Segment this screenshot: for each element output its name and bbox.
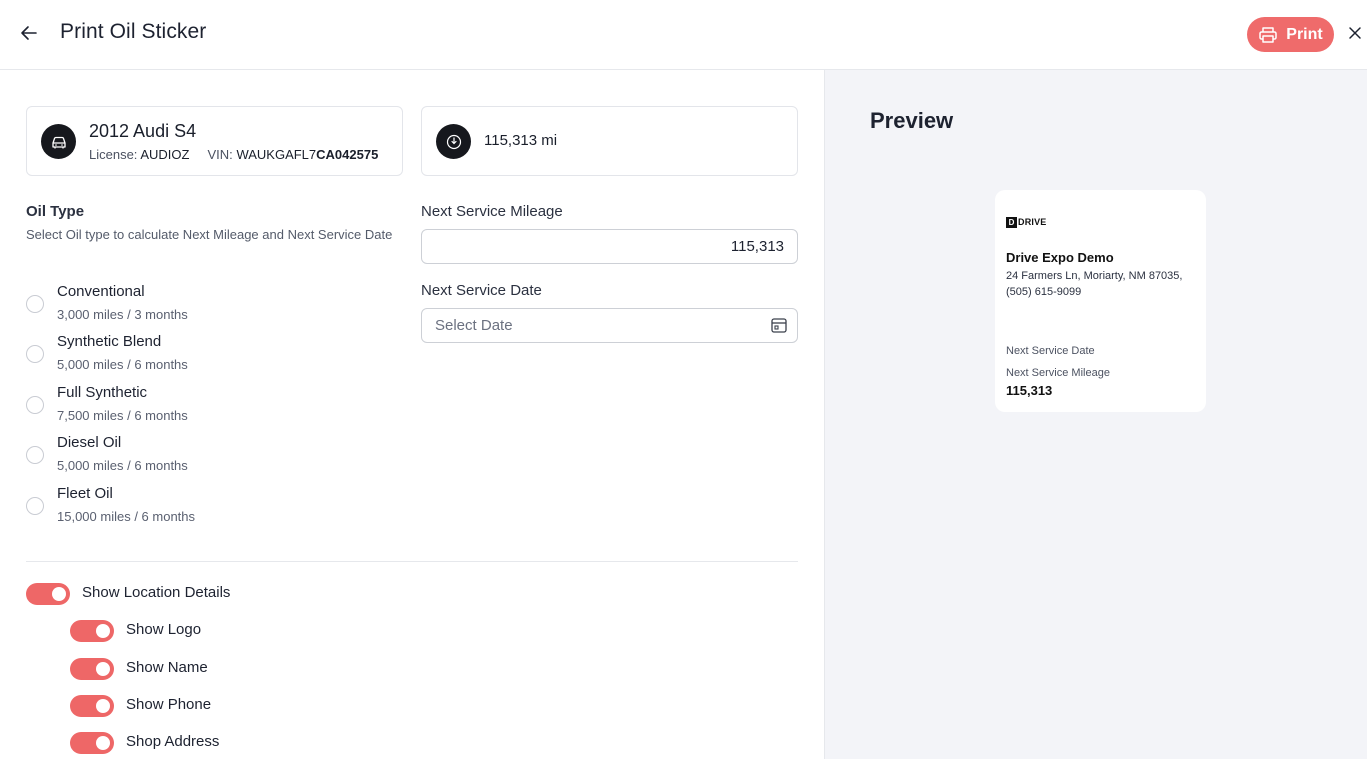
toggle-switch[interactable] bbox=[70, 658, 114, 680]
logo-text: DRIVE bbox=[1018, 217, 1047, 227]
radio-button[interactable] bbox=[26, 497, 44, 515]
sticker-next-date-label: Next Service Date bbox=[1006, 345, 1095, 357]
close-icon[interactable] bbox=[1346, 24, 1364, 42]
toggle-switch[interactable] bbox=[70, 620, 114, 642]
oil-option-label: Full Synthetic bbox=[57, 384, 148, 401]
oil-option-synthetic-blend[interactable]: Synthetic Blend 5,000 miles / 6 months bbox=[26, 333, 396, 379]
vehicle-card: 2012 Audi S4 License: AUDIOZ VIN: WAUKGA… bbox=[26, 106, 403, 176]
next-service-mileage-input[interactable] bbox=[421, 229, 798, 264]
preview-title: Preview bbox=[870, 108, 954, 133]
toggle-label: Show Phone bbox=[126, 696, 212, 713]
next-service-mileage-label: Next Service Mileage bbox=[421, 203, 563, 220]
preview-panel: Preview D DRIVE Drive Expo Demo 24 Farme… bbox=[824, 70, 1367, 759]
oil-option-label: Conventional bbox=[57, 283, 145, 300]
next-service-date-input[interactable] bbox=[421, 308, 798, 343]
next-service-date-label: Next Service Date bbox=[421, 282, 542, 299]
back-arrow-icon[interactable] bbox=[18, 22, 40, 44]
oil-option-label: Synthetic Blend bbox=[57, 333, 162, 350]
oil-option-label: Diesel Oil bbox=[57, 434, 122, 451]
vin-prefix: WAUKGAFL7 bbox=[236, 147, 317, 162]
sticker-preview: D DRIVE Drive Expo Demo 24 Farmers Ln, M… bbox=[995, 190, 1206, 412]
toggle-switch[interactable] bbox=[70, 732, 114, 754]
vehicle-name: 2012 Audi S4 bbox=[89, 121, 197, 141]
radio-button[interactable] bbox=[26, 396, 44, 414]
toggle-label: Shop Address bbox=[126, 733, 220, 750]
odometer-icon bbox=[436, 124, 471, 159]
page-title: Print Oil Sticker bbox=[60, 20, 207, 43]
print-button[interactable]: Print bbox=[1247, 17, 1334, 52]
oil-option-detail: 5,000 miles / 6 months bbox=[57, 357, 188, 372]
sticker-next-mileage-label: Next Service Mileage bbox=[1006, 367, 1110, 379]
license-value: AUDIOZ bbox=[140, 147, 190, 162]
toggle-switch[interactable] bbox=[26, 583, 70, 605]
oil-option-full-synthetic[interactable]: Full Synthetic 7,500 miles / 6 months bbox=[26, 384, 396, 430]
vehicle-meta: License: AUDIOZ VIN: WAUKGAFL7CA042575 bbox=[89, 147, 378, 162]
mileage-card: 115,313 mi bbox=[421, 106, 798, 176]
vin-label: VIN: bbox=[207, 147, 233, 162]
oil-option-diesel[interactable]: Diesel Oil 5,000 miles / 6 months bbox=[26, 434, 396, 480]
radio-button[interactable] bbox=[26, 295, 44, 313]
settings-panel: 2012 Audi S4 License: AUDIOZ VIN: WAUKGA… bbox=[0, 70, 824, 759]
license-label: License: bbox=[89, 147, 138, 162]
oil-option-label: Fleet Oil bbox=[57, 485, 113, 502]
toggle-label: Show Location Details bbox=[82, 584, 231, 601]
logo-mark: D bbox=[1006, 216, 1017, 228]
oil-option-detail: 5,000 miles / 6 months bbox=[57, 458, 188, 473]
radio-button[interactable] bbox=[26, 345, 44, 363]
car-icon bbox=[41, 124, 76, 159]
oil-option-detail: 7,500 miles / 6 months bbox=[57, 408, 188, 423]
print-label: Print bbox=[1286, 25, 1323, 43]
oil-type-description: Select Oil type to calculate Next Mileag… bbox=[26, 227, 393, 242]
oil-type-title: Oil Type bbox=[26, 203, 85, 220]
oil-option-conventional[interactable]: Conventional 3,000 miles / 3 months bbox=[26, 283, 396, 329]
radio-button[interactable] bbox=[26, 446, 44, 464]
printer-icon bbox=[1259, 26, 1278, 43]
oil-option-detail: 3,000 miles / 3 months bbox=[57, 307, 188, 322]
divider bbox=[26, 561, 798, 562]
calendar-icon[interactable] bbox=[770, 316, 788, 334]
oil-option-fleet[interactable]: Fleet Oil 15,000 miles / 6 months bbox=[26, 485, 396, 531]
toggle-label: Show Name bbox=[126, 659, 208, 676]
toggle-switch[interactable] bbox=[70, 695, 114, 717]
shop-name: Drive Expo Demo bbox=[1006, 250, 1114, 265]
sticker-next-mileage-value: 115,313 bbox=[1006, 383, 1053, 398]
header: Print Oil Sticker Print bbox=[0, 0, 1367, 70]
current-mileage: 115,313 mi bbox=[484, 132, 558, 149]
vin-suffix: CA042575 bbox=[316, 147, 379, 162]
oil-option-detail: 15,000 miles / 6 months bbox=[57, 509, 196, 524]
toggle-label: Show Logo bbox=[126, 621, 202, 638]
shop-address: 24 Farmers Ln, Moriarty, NM 87035, (505)… bbox=[1006, 270, 1183, 298]
shop-logo: D DRIVE bbox=[1006, 216, 1047, 228]
